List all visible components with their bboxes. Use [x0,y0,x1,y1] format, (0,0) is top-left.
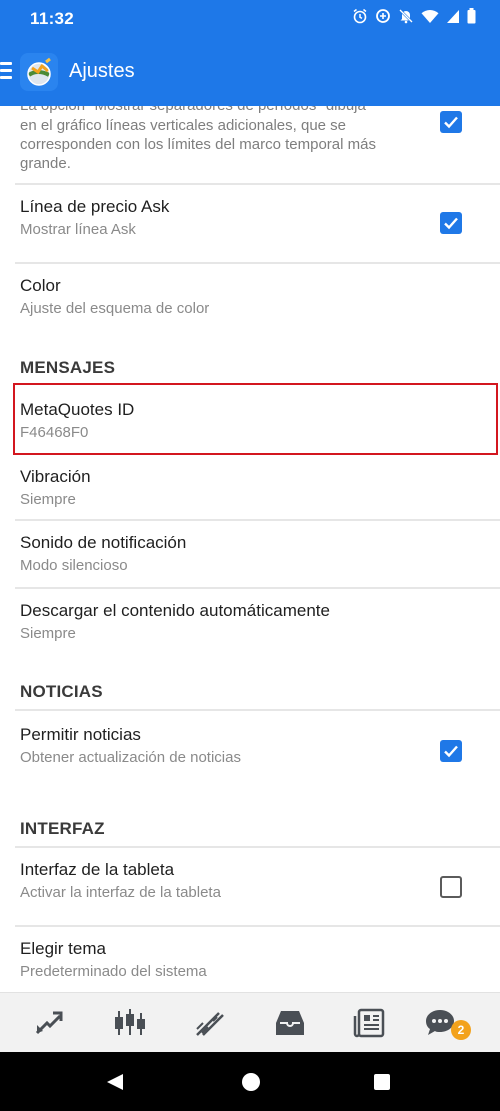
separators-description-line2: en el gráfico líneas verticales adiciona… [20,117,347,134]
tablet-interface-checkbox[interactable] [440,876,462,898]
status-icons [352,8,476,24]
vibration-title: Vibración [20,467,91,486]
highlight-box [13,383,498,455]
color-subtitle: Ajuste del esquema de color [20,300,210,317]
allow-news-title: Permitir noticias [20,725,141,744]
separators-description-line4: grande. [20,155,71,172]
bottom-navigation [0,992,500,1052]
tablet-interface-subtitle: Activar la interfaz de la tableta [20,884,221,901]
allow-news-row[interactable]: Permitir noticias Obtener actualización … [0,711,500,791]
tablet-interface-title: Interfaz de la tableta [20,860,175,879]
auto-download-row[interactable]: Descargar el contenido automáticamente S… [0,589,500,655]
status-time: 11:32 [30,9,75,28]
separators-description-line1: La opción "Mostrar separadores de períod… [20,106,366,114]
metatrader-logo-icon [20,53,58,91]
battery-icon [467,8,476,24]
wifi-icon [421,9,439,23]
page-title: Ajustes [69,60,135,82]
settings-list[interactable]: La opción "Mostrar separadores de períod… [0,106,500,992]
notification-sound-row[interactable]: Sonido de notificación Modo silencioso [0,521,500,587]
chart-icon[interactable] [113,1007,147,1039]
period-separators-row[interactable]: La opción "Mostrar separadores de períod… [0,106,500,183]
ask-line-row[interactable]: Línea de precio Ask Mostrar línea Ask [0,185,500,262]
app-bar: Ajustes [0,38,500,106]
menu-icon[interactable] [0,62,12,82]
recents-icon[interactable] [373,1073,391,1091]
auto-download-value: Siempre [20,625,76,642]
section-header-interface: INTERFAZ [20,819,105,838]
news-icon[interactable] [353,1007,387,1039]
theme-value: Predeterminado del sistema [20,963,207,980]
signal-icon [447,9,459,23]
vibration-row[interactable]: Vibración Siempre [0,455,500,519]
theme-row[interactable]: Elegir tema Predeterminado del sistema [0,927,500,992]
section-header-news: NOTICIAS [20,682,103,701]
separators-description-line3: corresponden con los límites del marco t… [20,136,376,153]
system-navigation-bar [0,1052,500,1111]
section-header-messages: MENSAJES [20,358,116,377]
ask-line-subtitle: Mostrar línea Ask [20,221,136,238]
theme-title: Elegir tema [20,939,106,958]
period-separators-checkbox[interactable] [440,111,462,133]
ask-line-title: Línea de precio Ask [20,197,170,216]
alarm-icon [353,8,367,24]
ask-line-checkbox[interactable] [440,212,462,234]
trade-icon[interactable] [193,1007,227,1039]
history-icon[interactable] [273,1007,307,1039]
notification-sound-value: Modo silencioso [20,557,128,574]
home-icon[interactable] [241,1072,261,1092]
allow-news-subtitle: Obtener actualización de noticias [20,749,241,766]
color-title: Color [20,276,61,295]
vibration-value: Siempre [20,491,76,508]
color-row[interactable]: Color Ajuste del esquema de color [0,264,500,341]
tablet-interface-row[interactable]: Interfaz de la tableta Activar la interf… [0,848,500,925]
back-icon[interactable] [105,1072,125,1092]
data-saver-icon [376,9,390,23]
quotes-icon[interactable] [33,1007,67,1039]
chat-badge: 2 [451,1020,471,1040]
notifications-off-icon [399,9,413,24]
status-bar: 11:32 [0,0,500,38]
auto-download-title: Descargar el contenido automáticamente [20,601,330,620]
notification-sound-title: Sonido de notificación [20,533,187,552]
allow-news-checkbox[interactable] [440,740,462,762]
